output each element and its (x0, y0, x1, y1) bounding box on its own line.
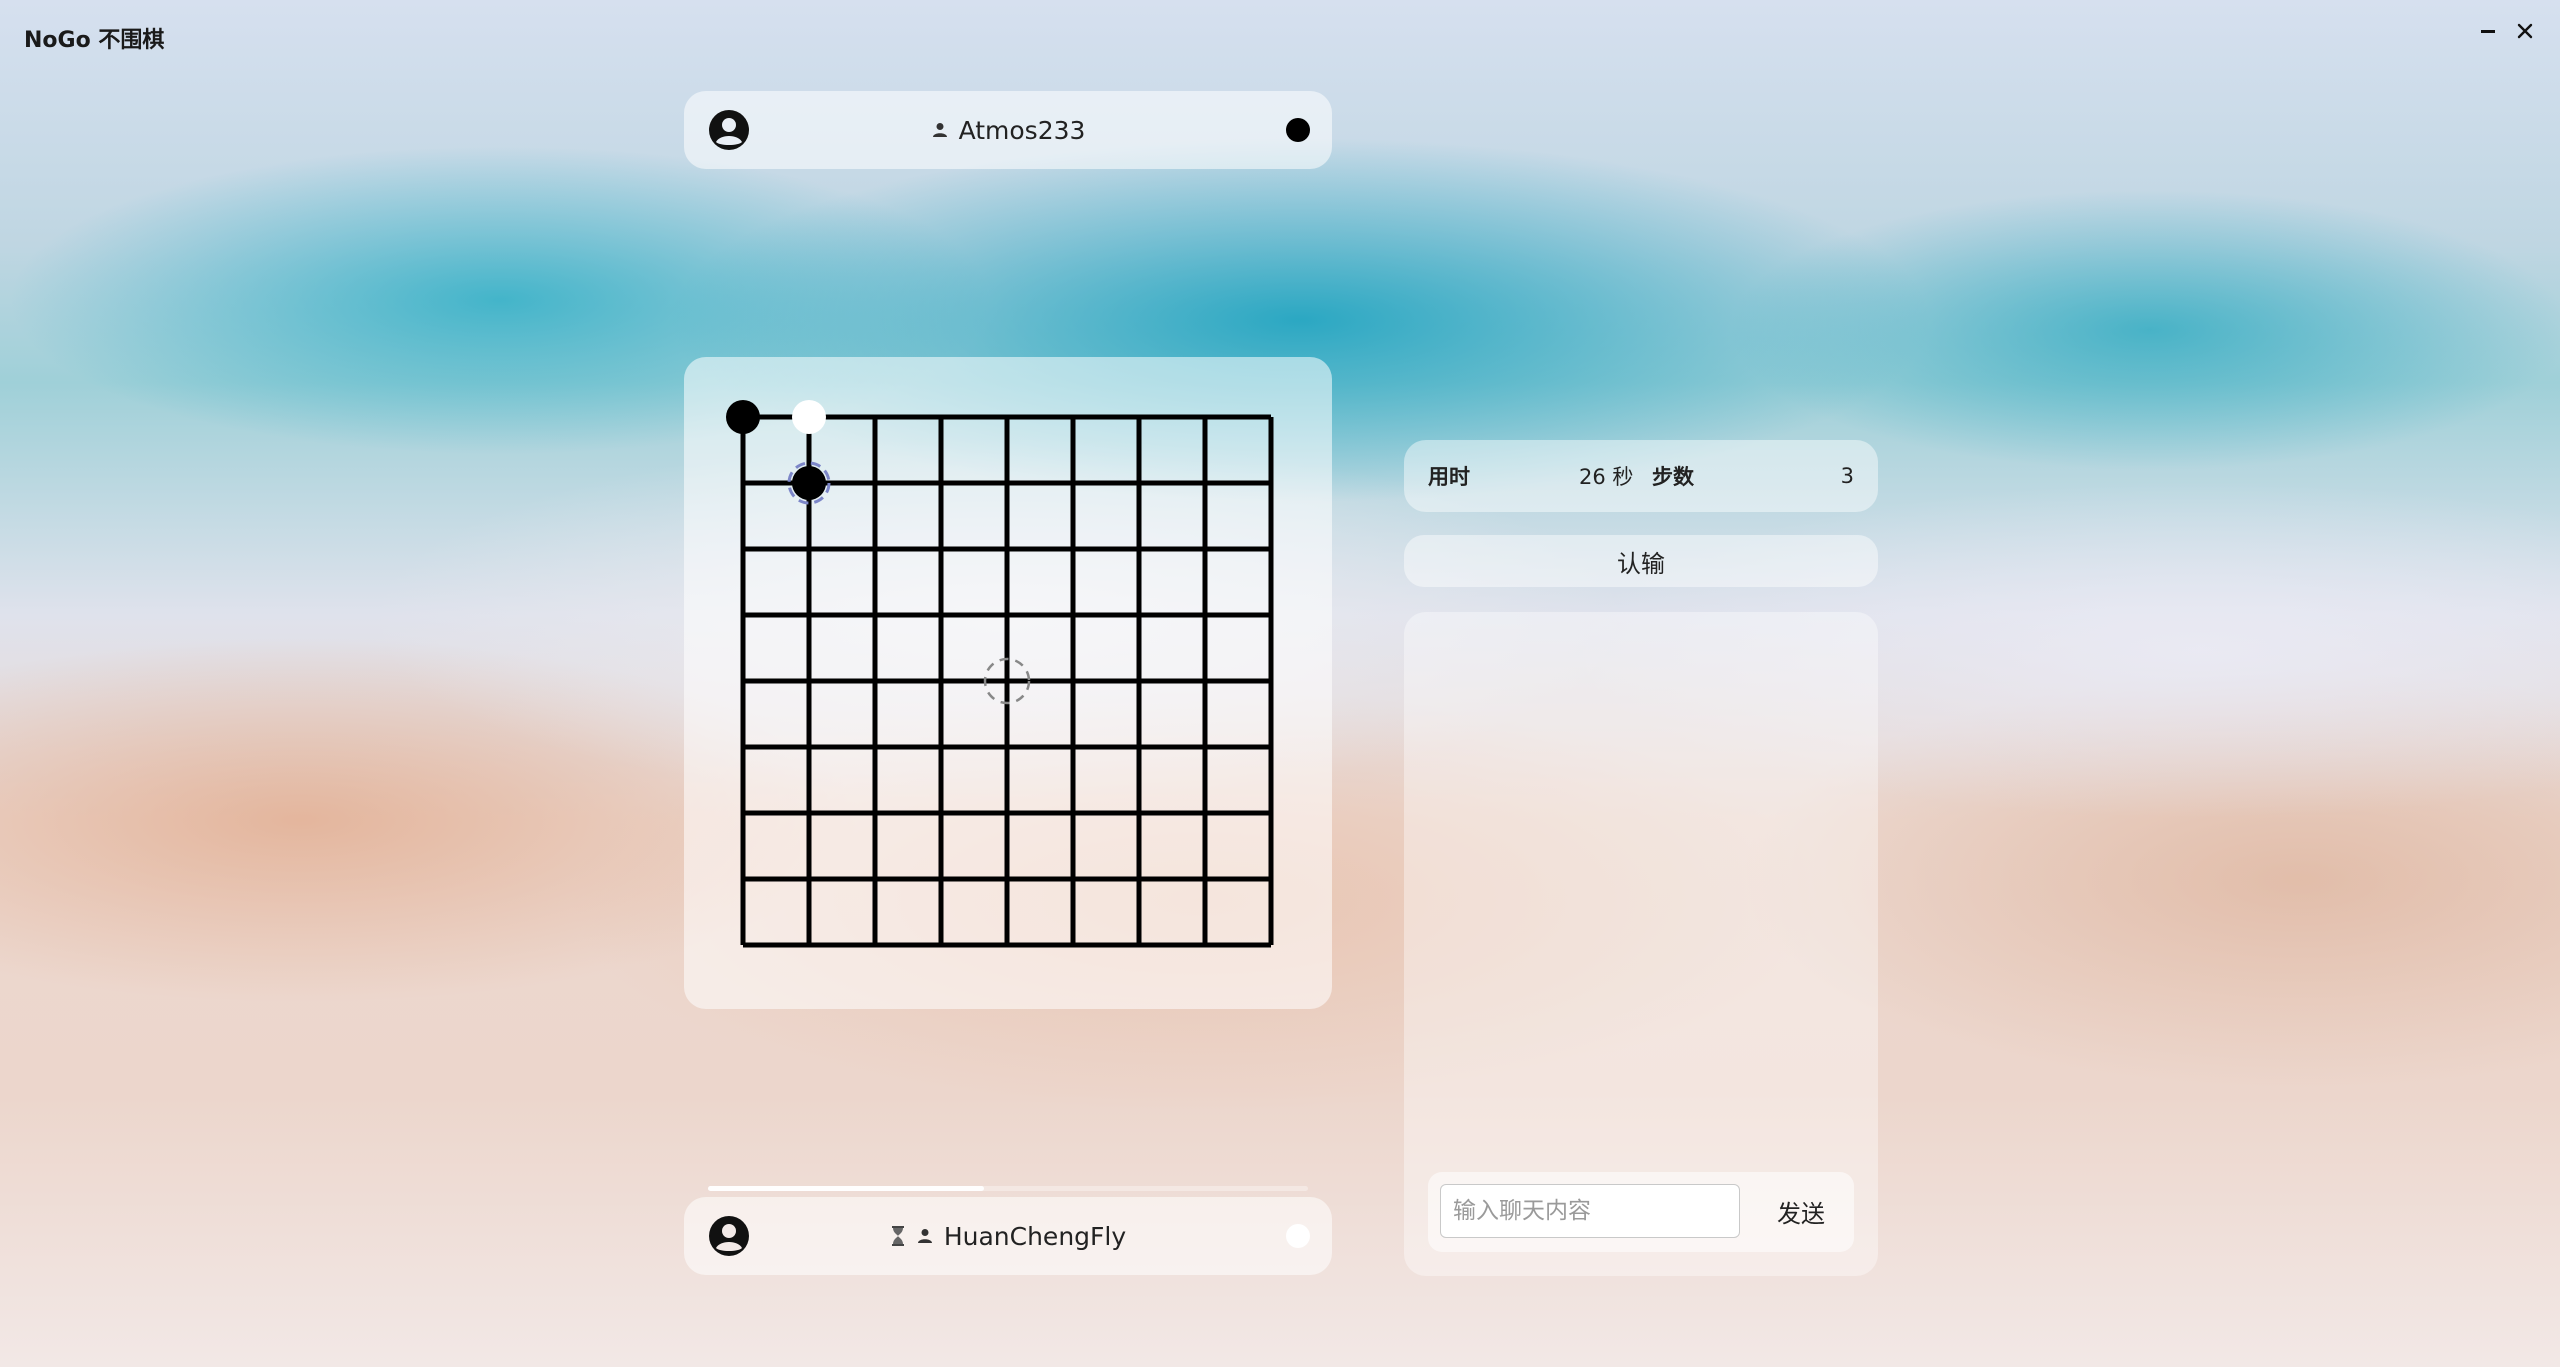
time-label: 用时 (1428, 465, 1470, 489)
board-panel (684, 357, 1332, 1009)
person-icon (917, 1229, 932, 1243)
black-stone-indicator (1286, 118, 1310, 142)
send-button[interactable]: 发送 (1758, 1184, 1844, 1238)
person-icon (932, 123, 947, 137)
player-bar-bottom: HuanChengFly (684, 1197, 1332, 1275)
minimize-icon (2481, 30, 2495, 33)
close-icon (2517, 23, 2533, 39)
steps-label: 步数 (1652, 465, 1694, 489)
steps-value: 3 (1840, 464, 1854, 488)
turn-timer-progress (708, 1186, 1308, 1191)
close-button[interactable] (2510, 16, 2540, 46)
minimize-button[interactable] (2473, 16, 2503, 46)
white-stone-indicator (1286, 1224, 1310, 1248)
go-board[interactable] (684, 357, 1332, 1009)
chat-panel: 发送 (1404, 612, 1878, 1276)
time-value: 26 秒 (1579, 465, 1634, 489)
white-stone (792, 400, 826, 434)
player-bar-top: Atmos233 (684, 91, 1332, 169)
chat-input-area: 发送 (1428, 1172, 1854, 1252)
game-info-panel: 用时 26 秒 步数 3 (1404, 440, 1878, 512)
black-stone (726, 400, 760, 434)
black-stone (792, 466, 826, 500)
player-name-top: Atmos233 (958, 115, 1086, 145)
player-name-bottom: HuanChengFly (943, 1221, 1127, 1251)
app-title: NoGo 不围棋 (24, 28, 165, 53)
turn-timer-progress-fill (708, 1186, 984, 1191)
resign-button[interactable]: 认输 (1404, 535, 1878, 587)
chat-input[interactable] (1440, 1184, 1740, 1238)
hourglass-icon (891, 1226, 904, 1246)
